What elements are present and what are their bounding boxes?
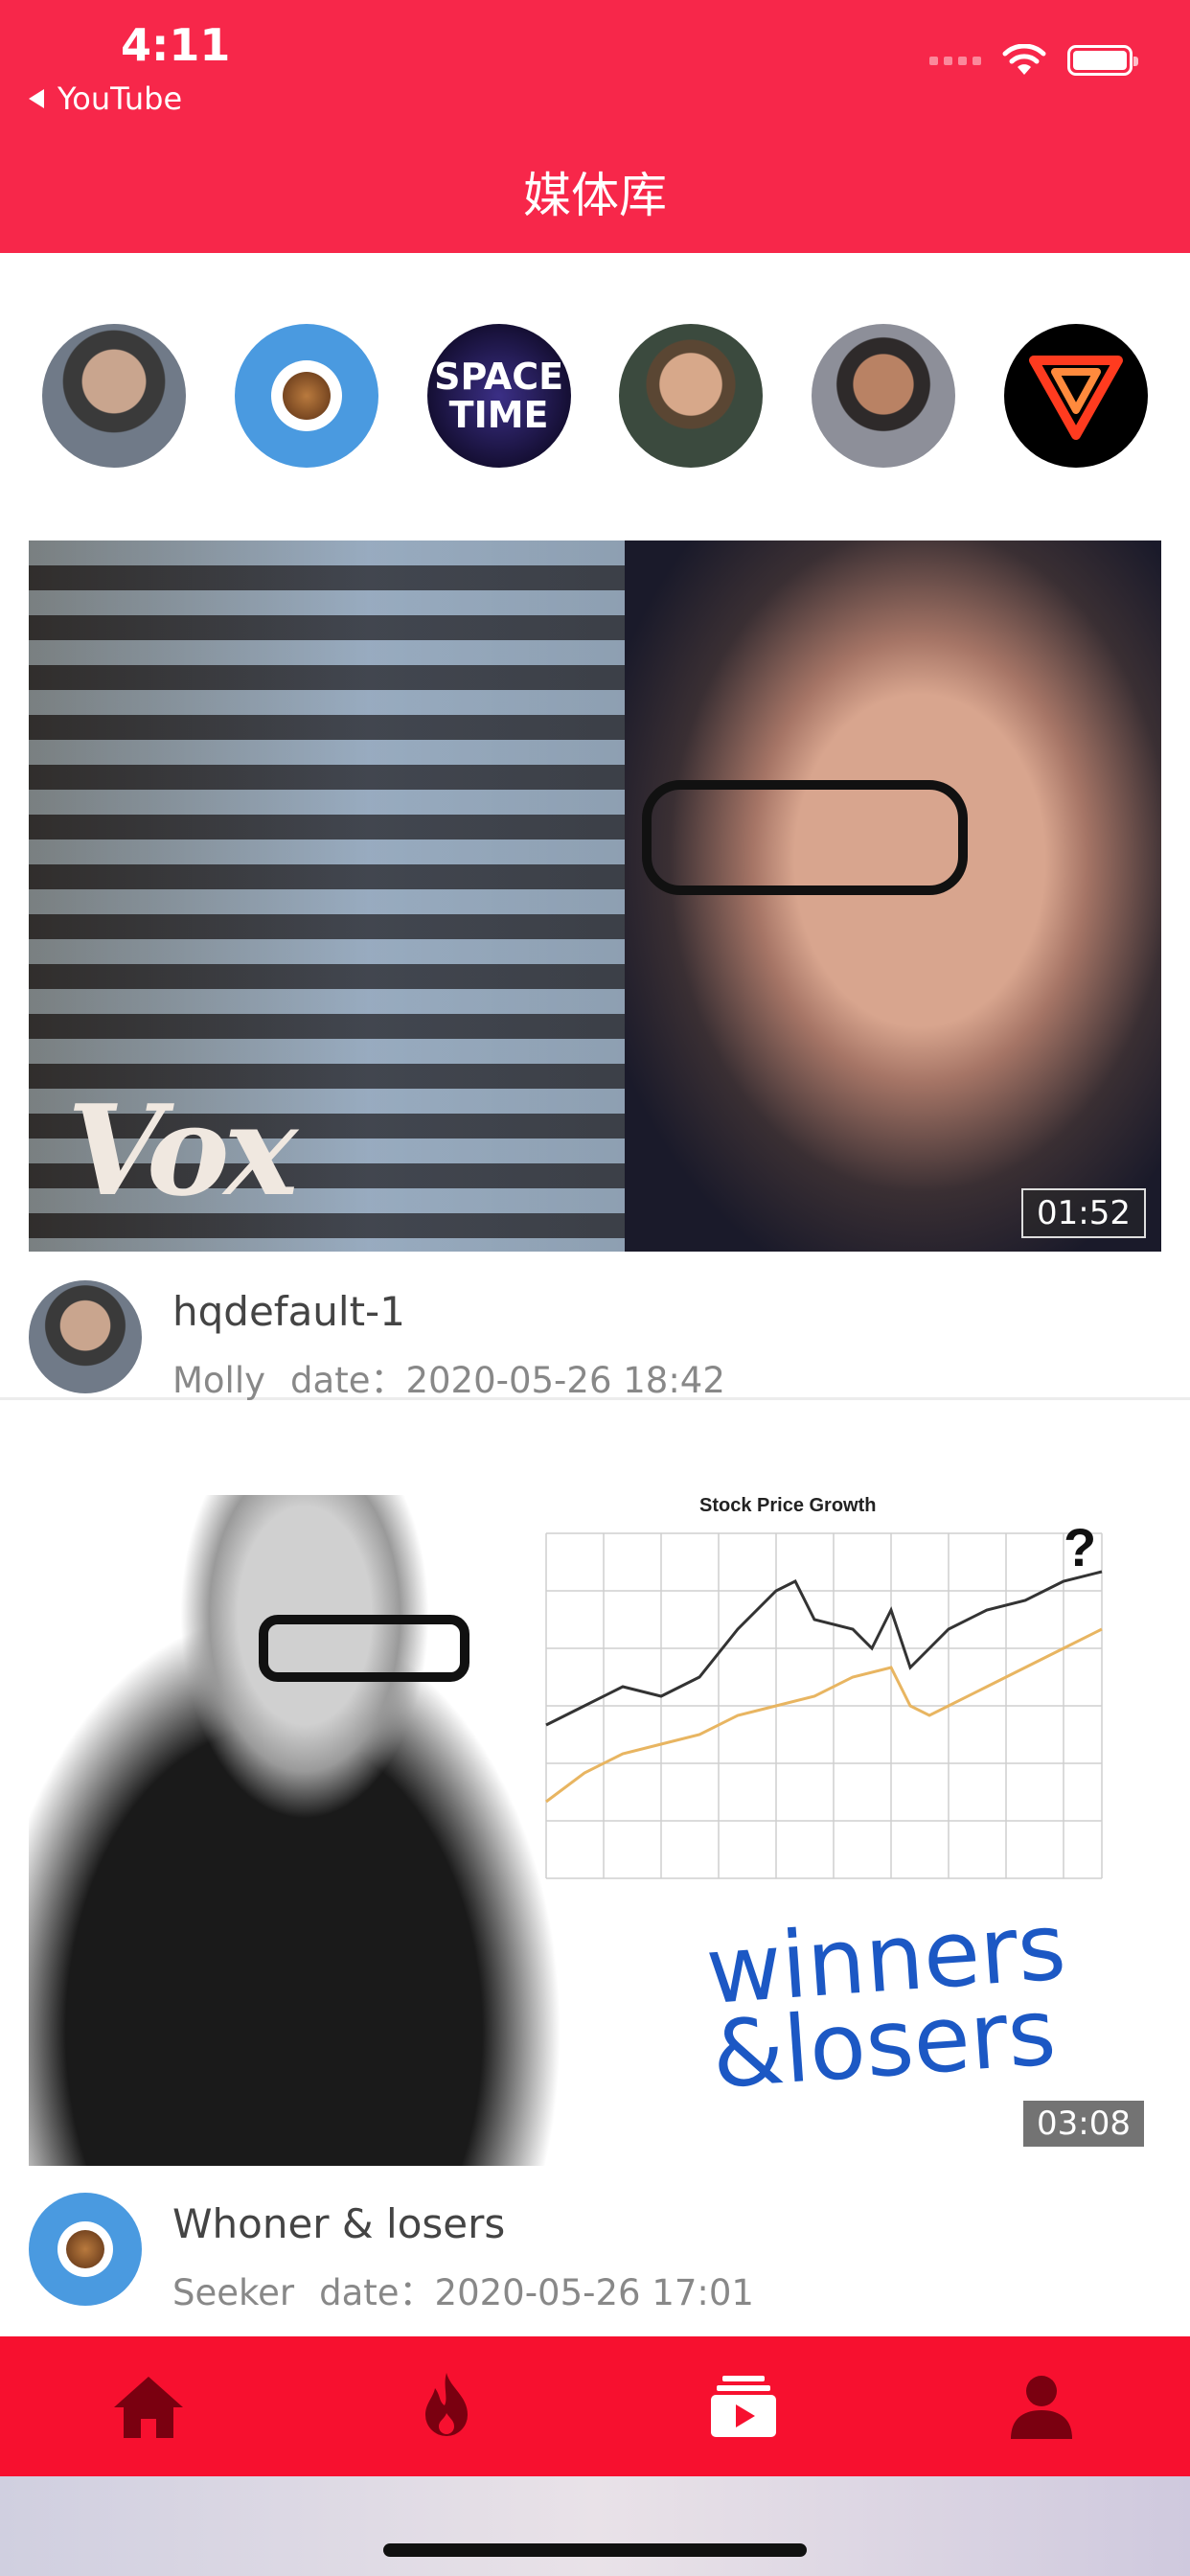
channel-avatar-6[interactable] (1003, 324, 1148, 468)
video-info-2[interactable]: Whoner & losers Seeker date：2020-05-26 17… (0, 2168, 1190, 2313)
channel-avatar-row: SPACE TIME (42, 324, 1148, 468)
tab-library[interactable] (595, 2336, 893, 2476)
video-title: Whoner & losers (172, 2200, 506, 2247)
fire-icon (424, 2373, 468, 2436)
author-avatar[interactable] (29, 2193, 142, 2306)
cellular-signal-icon (929, 56, 981, 65)
library-icon (711, 2376, 777, 2437)
coffee-cup-icon (57, 2221, 113, 2277)
page-title: 媒体库 (523, 168, 667, 223)
thumbnail-question-mark: ? (1064, 1517, 1097, 1577)
channel-avatar-4[interactable] (619, 324, 764, 468)
battery-icon (1067, 45, 1138, 76)
tab-home[interactable] (0, 2336, 298, 2476)
losers-text: &losers (708, 1978, 1060, 2109)
user-icon (1010, 2376, 1072, 2439)
channel-avatar-2[interactable] (234, 324, 378, 468)
tab-profile[interactable] (893, 2336, 1190, 2476)
video-duration-badge: 01:52 (1021, 1188, 1146, 1238)
video-info-1[interactable]: hqdefault-1 Molly date：2020-05-26 18:42 (0, 1255, 1190, 1403)
home-indicator-area (0, 2476, 1190, 2576)
video-date: date：2020-05-26 18:42 (290, 1360, 725, 1401)
channel-avatar-1[interactable] (42, 324, 186, 468)
back-link-label: YouTube (57, 80, 183, 117)
coffee-cup-icon (270, 360, 342, 431)
vox-logo: Vox (67, 1077, 298, 1224)
home-indicator[interactable] (383, 2543, 807, 2557)
video-thumbnail-1[interactable]: Vox 01:52 (29, 540, 1161, 1252)
wifi-icon (1002, 44, 1046, 75)
thumbnail-stock-chart (545, 1532, 1103, 1879)
video-title: hqdefault-1 (172, 1288, 405, 1335)
author-avatar[interactable] (29, 1280, 142, 1393)
bottom-tab-bar (0, 2336, 1190, 2476)
video-author: Molly (172, 1360, 266, 1401)
video-date: date：2020-05-26 17:01 (319, 2272, 754, 2313)
status-indicators (929, 44, 1138, 77)
video-subtitle: Molly date：2020-05-26 18:42 (172, 1351, 750, 1403)
channel-avatar-5[interactable] (812, 324, 956, 468)
back-to-youtube-link[interactable]: YouTube (29, 80, 182, 117)
video-author: Seeker (172, 2272, 295, 2313)
back-arrow-icon (29, 89, 44, 108)
channel-avatar-3-line1: SPACE (434, 356, 564, 398)
winners-losers-text: winners &losers (702, 1893, 1074, 2109)
video-subtitle: Seeker date：2020-05-26 17:01 (172, 2264, 779, 2315)
tab-trending[interactable] (298, 2336, 596, 2476)
verge-logo-icon (1028, 356, 1123, 440)
nav-header: 4:11 YouTube 媒体库 (0, 0, 1190, 253)
video-duration-badge: 03:08 (1023, 2101, 1144, 2147)
status-time: 4:11 (121, 19, 231, 71)
video-thumbnail-2[interactable]: Stock Price Growth ? winners &losers 03:… (29, 1438, 1161, 2166)
home-icon (114, 2377, 184, 2438)
channel-avatar-3[interactable]: SPACE TIME (426, 324, 571, 468)
channel-avatar-3-line2: TIME (448, 394, 549, 436)
